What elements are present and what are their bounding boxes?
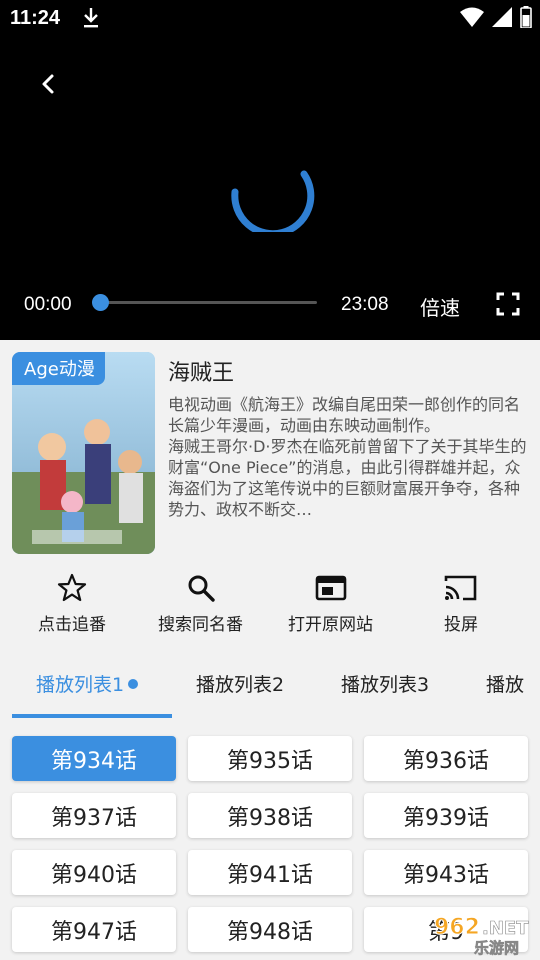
tab-playlist-2[interactable]: 播放列表2	[196, 670, 284, 697]
episode-button[interactable]: 第941话	[188, 850, 352, 895]
current-time: 00:00	[24, 294, 72, 315]
description-paragraph-1: 电视动画《航海王》改编自尾田荣一郎创作的同名长篇少年漫画，动画由东映动画制作。	[168, 395, 521, 435]
description-paragraph-2: 海贼王哥尔·D·罗杰在临死前曾留下了关于其毕生的财富“One Piece”的消息…	[168, 437, 527, 519]
search-icon	[188, 575, 215, 602]
browser-window-icon	[315, 575, 346, 601]
episode-button[interactable]: 第936话	[364, 736, 528, 781]
back-button[interactable]	[36, 70, 62, 100]
cover-image: Age动漫	[12, 352, 155, 554]
player-controls: 00:00 23:08 倍速	[0, 282, 540, 326]
source-tag: Age动漫	[12, 352, 105, 385]
episode-button[interactable]: 第947话	[12, 907, 176, 952]
episode-button[interactable]: 第940话	[12, 850, 176, 895]
anime-description: 电视动画《航海王》改编自尾田荣一郎创作的同名长篇少年漫画，动画由东映动画制作。 …	[168, 394, 530, 520]
tab-playlist-3[interactable]: 播放列表3	[341, 670, 429, 697]
anime-title: 海贼王	[168, 361, 235, 386]
episode-button[interactable]: 第939话	[364, 793, 528, 838]
svg-text:.NET: .NET	[482, 918, 529, 939]
tab-indicator	[12, 714, 172, 718]
seek-bar-handle[interactable]	[92, 294, 110, 311]
action-bar: 点击追番 搜索同名番 打开原网站 投屏	[0, 572, 540, 638]
signal-icon	[492, 7, 512, 31]
status-bar: 11:24	[0, 0, 540, 36]
tab-playlist-1-label: 播放列表1	[36, 674, 125, 696]
wifi-icon	[460, 7, 484, 31]
tab-playlist-4[interactable]: 播放	[486, 670, 524, 697]
playlist-tabs: 播放列表1 播放列表2 播放列表3 播放	[0, 660, 540, 718]
duration-time: 23:08	[341, 294, 389, 315]
open-website-button[interactable]: 打开原网站	[288, 572, 373, 635]
site-watermark-logo: 962 .NET 乐游网	[430, 910, 536, 958]
svg-text:乐游网: 乐游网	[474, 939, 519, 956]
fullscreen-icon	[496, 292, 520, 316]
follow-button[interactable]: 点击追番	[38, 572, 106, 635]
download-icon	[82, 7, 100, 33]
episode-button[interactable]: 第948话	[188, 907, 352, 952]
search-same-name-label: 搜索同名番	[158, 615, 243, 635]
episode-button[interactable]: 第943话	[364, 850, 528, 895]
episode-button[interactable]: 第934话	[12, 736, 176, 781]
star-outline-icon	[57, 573, 87, 602]
video-player[interactable]: 11:24 00:00 23:08 倍速	[0, 0, 540, 340]
episode-button[interactable]: 第938话	[188, 793, 352, 838]
episode-button[interactable]: 第937话	[12, 793, 176, 838]
tab-playlist-1[interactable]: 播放列表1	[36, 670, 139, 697]
cast-label: 投屏	[444, 615, 478, 635]
battery-icon	[520, 6, 532, 32]
svg-text:962: 962	[434, 915, 480, 940]
chevron-left-icon	[42, 74, 54, 94]
open-website-label: 打开原网站	[288, 615, 373, 635]
search-same-name-button[interactable]: 搜索同名番	[158, 572, 243, 635]
loading-spinner-icon	[226, 152, 316, 238]
seek-bar[interactable]	[92, 294, 317, 311]
follow-label: 点击追番	[38, 615, 106, 635]
episode-button[interactable]: 第935话	[188, 736, 352, 781]
cast-icon	[444, 575, 477, 601]
fullscreen-button[interactable]	[496, 292, 520, 320]
cast-button[interactable]: 投屏	[444, 572, 478, 635]
playback-speed-button[interactable]: 倍速	[420, 292, 460, 321]
active-dot-icon	[128, 679, 139, 689]
status-time: 11:24	[10, 7, 61, 29]
